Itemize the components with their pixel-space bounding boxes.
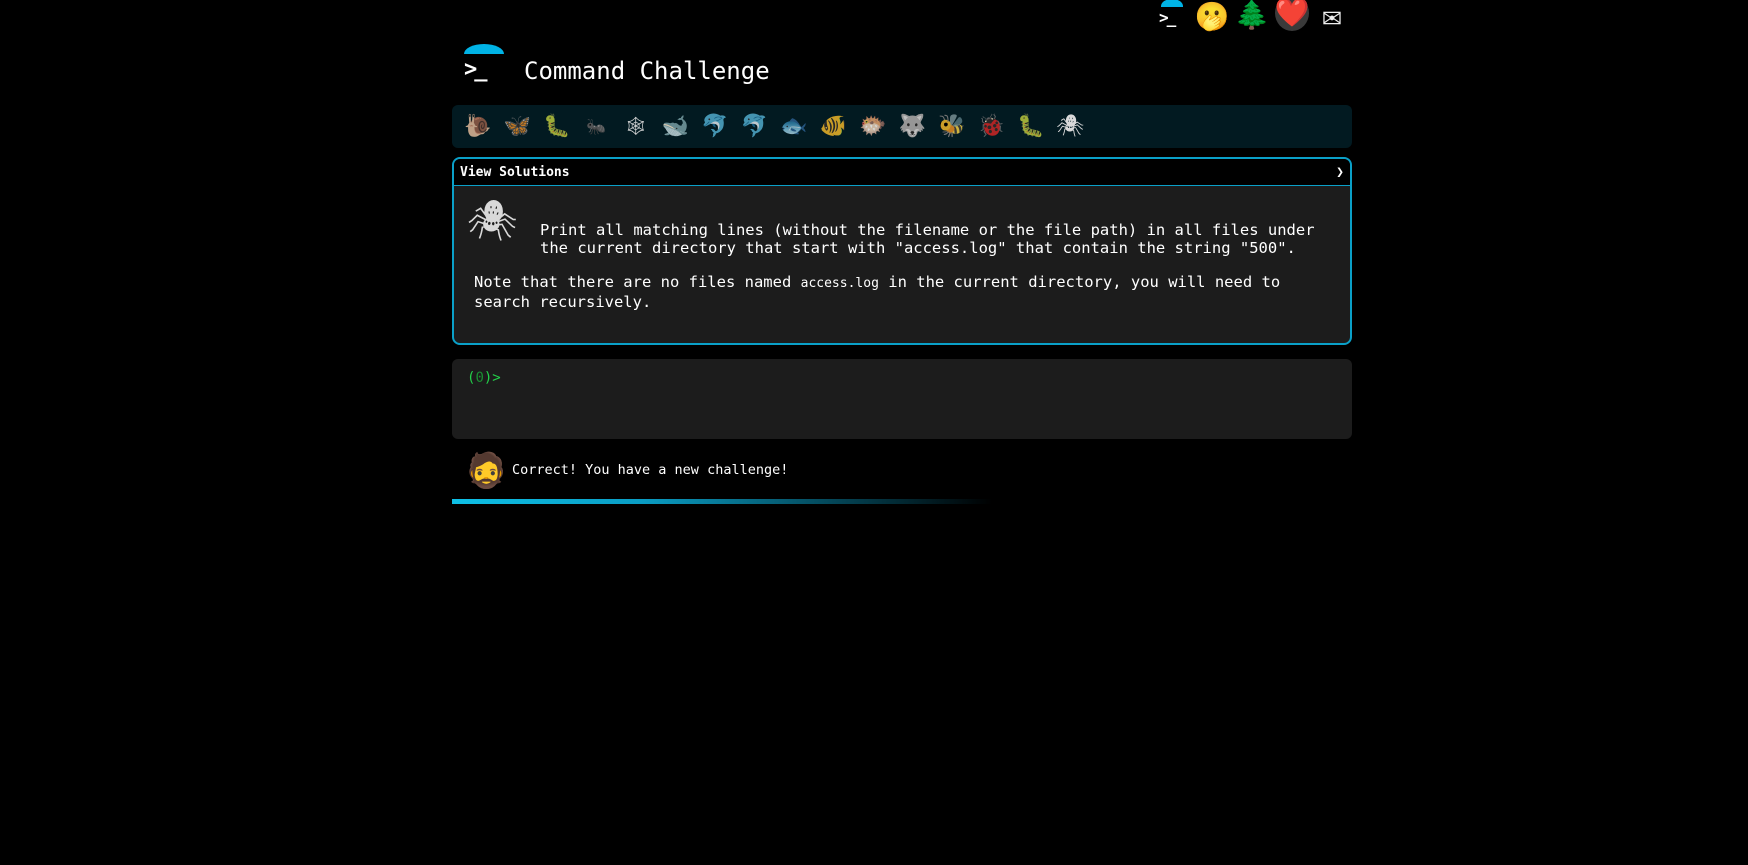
prompt-close: )> <box>483 370 501 386</box>
snail-icon[interactable]: 🐌 <box>458 112 498 142</box>
view-solutions-toggle[interactable]: View Solutions ❯ <box>454 159 1350 186</box>
challenge-panel: View Solutions ❯ 🕷 Print all matching li… <box>452 157 1352 345</box>
caterpillar-icon[interactable]: 🐛 <box>537 112 577 142</box>
terminal[interactable]: (0)> <box>452 359 1352 439</box>
status-text: Correct! You have a new challenge! <box>512 462 789 478</box>
progress-underline <box>452 499 992 504</box>
note-prefix: Note that there are no files named <box>474 273 801 291</box>
ant-icon[interactable]: 🐜 <box>577 112 617 142</box>
envelope-icon[interactable]: ✉ <box>1314 0 1350 31</box>
spider-web-icon[interactable]: 🕸 <box>616 112 656 142</box>
thinking-face-icon[interactable]: 🫢 <box>1195 0 1230 34</box>
logo-glyph: >_ <box>464 57 487 82</box>
blowfish-icon[interactable]: 🐡 <box>853 112 893 142</box>
logo-icon[interactable]: >_ <box>462 44 504 90</box>
terminal-glyph: >_ <box>1159 8 1176 27</box>
bee-icon[interactable]: 🐝 <box>932 112 972 142</box>
challenge-description: Print all matching lines (without the fi… <box>540 221 1315 257</box>
spider-icon: 🕷 <box>467 198 518 244</box>
dolphin-icon[interactable]: 🐬 <box>695 112 735 142</box>
terminal-dome <box>1161 0 1183 7</box>
whale-icon[interactable]: 🐋 <box>656 112 696 142</box>
shark-icon[interactable]: 🐬 <box>735 112 775 142</box>
terminal-input[interactable] <box>514 369 1338 391</box>
prompt-count: 0 <box>475 370 484 386</box>
top-icon-bar: >_ 🫢 🌲 ❤️ ✉ <box>0 0 1748 36</box>
butterfly-icon[interactable]: 🦋 <box>498 112 538 142</box>
avatar: 🧔 <box>465 451 508 491</box>
challenge-animal-bar: 🐌 🦋 🐛 🐜 🕸 🐋 🐬 🐬 🐟 🐠 🐡 🐺 🐝 🐞 🐛 🕷 <box>452 105 1352 148</box>
heart-icon[interactable]: ❤️ <box>1275 0 1309 31</box>
logo-dome <box>464 44 504 54</box>
ladybug-icon[interactable]: 🐞 <box>972 112 1012 142</box>
page-title: Command Challenge <box>524 57 770 85</box>
chevron-right-icon: ❯ <box>1336 164 1344 180</box>
fish-icon[interactable]: 🐟 <box>774 112 814 142</box>
view-solutions-label: View Solutions <box>460 164 570 180</box>
evergreen-tree-icon[interactable]: 🌲 <box>1235 0 1270 31</box>
challenge-note: Note that there are no files named acces… <box>474 273 1334 311</box>
note-code: access.log <box>800 276 879 291</box>
terminal-prompt: (0)> <box>467 370 501 386</box>
tropical-fish-icon[interactable]: 🐠 <box>814 112 854 142</box>
wolf-icon[interactable]: 🐺 <box>893 112 933 142</box>
worm-icon[interactable]: 🐛 <box>1011 112 1051 142</box>
spider-icon[interactable]: 🕷 <box>1051 112 1091 142</box>
terminal-icon[interactable]: >_ <box>1157 0 1187 30</box>
